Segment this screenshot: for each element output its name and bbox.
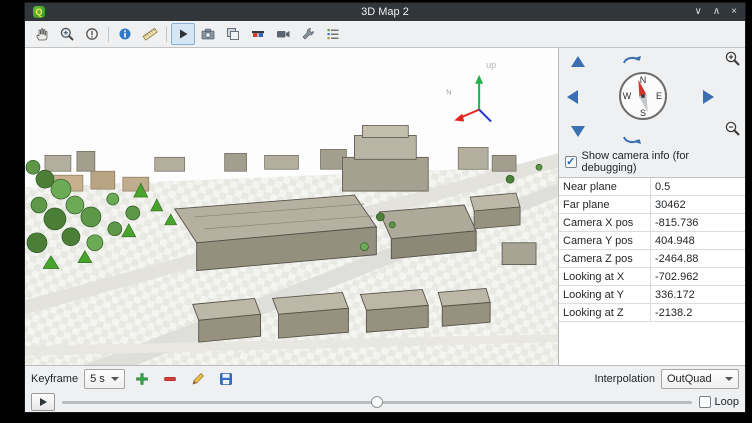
compass-n-label: N: [640, 75, 647, 85]
keyframe-value: 5 s: [90, 373, 105, 385]
keyframe-select[interactable]: 5 s: [84, 369, 125, 389]
row-label: Camera X pos: [559, 214, 651, 231]
options-wrench-icon[interactable]: [296, 23, 320, 45]
camera-icon[interactable]: [271, 23, 295, 45]
edit-keyframe-button[interactable]: [187, 368, 209, 390]
identify-icon[interactable]: [113, 23, 137, 45]
play-button[interactable]: [31, 393, 55, 411]
keyframe-label: Keyframe: [31, 373, 78, 385]
table-row: Near plane0.5: [559, 178, 745, 196]
loop-label: Loop: [715, 396, 739, 408]
map-3d-scene: up N: [25, 48, 558, 365]
rotate-cw-icon[interactable]: [621, 130, 643, 148]
slider-handle[interactable]: [371, 396, 383, 408]
row-label: Camera Y pos: [559, 232, 651, 249]
window-title: 3D Map 2: [25, 3, 745, 21]
maximize-button[interactable]: ∧: [713, 3, 720, 21]
show-camera-info-checkbox[interactable]: [565, 156, 577, 168]
zoom-full-icon[interactable]: [55, 23, 79, 45]
rotate-ccw-icon[interactable]: [621, 52, 643, 70]
pan-right-arrow[interactable]: [703, 90, 714, 104]
tilt-up-arrow[interactable]: [571, 56, 585, 67]
loop-checkbox[interactable]: [699, 396, 711, 408]
show-camera-info-label: Show camera info (for debugging): [582, 150, 740, 174]
play-icon: [40, 398, 47, 406]
remove-keyframe-button[interactable]: [159, 368, 181, 390]
navigation-widget: N E S W: [559, 48, 745, 148]
table-row: Looking at X-702.962: [559, 268, 745, 286]
table-row: Looking at Z-2138.2: [559, 304, 745, 322]
row-label: Camera Z pos: [559, 250, 651, 267]
compass-s-label: S: [640, 108, 646, 118]
animation-playback-bar: Loop: [25, 392, 745, 412]
legend-icon[interactable]: [321, 23, 345, 45]
table-row: Looking at Y336.172: [559, 286, 745, 304]
zoom-out-icon[interactable]: [724, 120, 741, 142]
axis-north-label: N: [446, 90, 451, 97]
animation-keyframe-bar: Keyframe 5 s Interpolation OutQuad: [25, 365, 745, 392]
row-value: -815.736: [651, 214, 745, 231]
camera-control-icon[interactable]: [30, 23, 54, 45]
on-screen-notification-icon[interactable]: [80, 23, 104, 45]
row-label: Looking at Z: [559, 304, 651, 321]
table-row: Far plane30462: [559, 196, 745, 214]
compass-e-label: E: [656, 91, 662, 101]
animations-button[interactable]: [171, 23, 195, 45]
measure-icon[interactable]: [138, 23, 162, 45]
toolbar-separator: [166, 27, 167, 42]
zoom-in-icon[interactable]: [724, 50, 741, 72]
titlebar[interactable]: Q 3D Map 2 ∨ ∧ ×: [25, 3, 745, 21]
interpolation-select[interactable]: OutQuad: [661, 369, 739, 389]
tilt-down-arrow[interactable]: [571, 126, 585, 137]
row-value: 336.172: [651, 286, 745, 303]
effects-glasses-icon[interactable]: [246, 23, 270, 45]
save-animation-button[interactable]: [215, 368, 237, 390]
export-scene-icon[interactable]: [221, 23, 245, 45]
axis-up-label: up: [486, 60, 496, 70]
compass[interactable]: N E S W: [617, 70, 669, 127]
interpolation-value: OutQuad: [667, 373, 712, 385]
row-label: Looking at X: [559, 268, 651, 285]
row-value: -702.962: [651, 268, 745, 285]
row-value: -2138.2: [651, 304, 745, 321]
map-toolbar: [25, 21, 745, 48]
save-image-icon[interactable]: [196, 23, 220, 45]
qgis-3d-map-window: Q 3D Map 2 ∨ ∧ ×: [24, 2, 746, 413]
add-keyframe-button[interactable]: [131, 368, 153, 390]
row-value: 30462: [651, 196, 745, 213]
row-label: Far plane: [559, 196, 651, 213]
close-button[interactable]: ×: [731, 3, 737, 21]
row-label: Near plane: [559, 178, 651, 195]
table-row: Camera X pos-815.736: [559, 214, 745, 232]
minimize-button[interactable]: ∨: [695, 3, 702, 21]
pan-left-arrow[interactable]: [567, 90, 578, 104]
interpolation-label: Interpolation: [594, 373, 655, 385]
camera-panel: N E S W: [558, 48, 745, 365]
camera-info-table: Near plane0.5 Far plane30462 Camera X po…: [559, 177, 745, 365]
toolbar-separator: [108, 27, 109, 42]
animation-timeline-slider[interactable]: [62, 394, 692, 410]
row-value: 0.5: [651, 178, 745, 195]
chevron-down-icon: [725, 377, 733, 381]
row-label: Looking at Y: [559, 286, 651, 303]
table-row: Camera Z pos-2464.88: [559, 250, 745, 268]
compass-w-label: W: [623, 91, 632, 101]
chevron-down-icon: [111, 377, 119, 381]
map-3d-viewport[interactable]: up N: [25, 48, 558, 365]
row-value: -2464.88: [651, 250, 745, 267]
row-value: 404.948: [651, 232, 745, 249]
table-row: Camera Y pos404.948: [559, 232, 745, 250]
